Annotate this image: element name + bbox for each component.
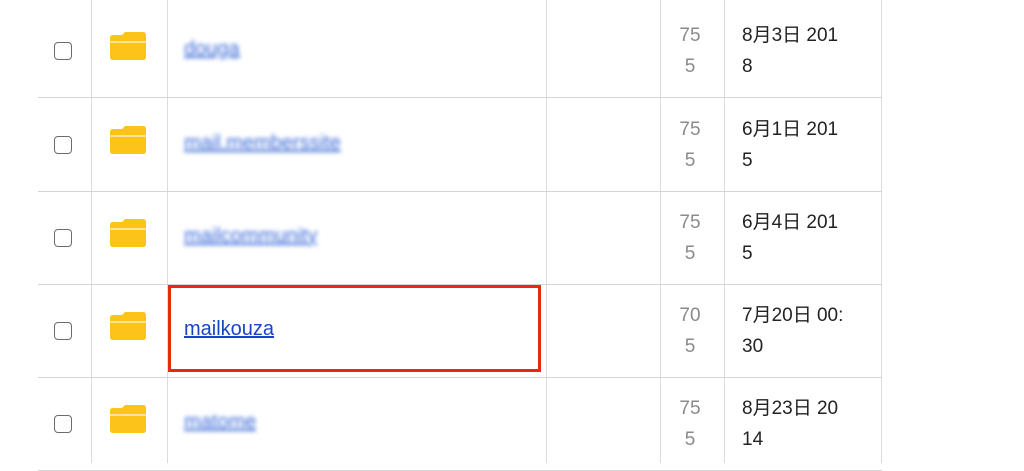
folder-name-link[interactable]: matome [184,411,256,434]
folder-name-link[interactable]: mailkouza [184,318,274,341]
row-checkbox[interactable] [54,415,72,433]
folder-icon [110,126,146,154]
permission-value: 75 5 [679,119,701,171]
folder-name-link[interactable]: douga [184,38,240,61]
modified-date: 6月1日 201 5 [742,119,839,171]
folder-icon [110,405,146,433]
row-checkbox[interactable] [54,136,72,154]
table-row[interactable]: mail.memberssite 75 5 6月1日 201 5 [38,98,882,192]
modified-date: 8月3日 201 8 [742,25,839,77]
modified-date: 7月20日 00: 30 [742,305,844,357]
file-table: douga 75 5 8月3日 201 8 mail.memberssite 75 5… [0,0,1024,471]
row-checkbox[interactable] [54,42,72,60]
folder-name-link[interactable]: mailcommunity [184,225,317,248]
permission-value: 70 5 [679,305,701,357]
folder-icon [110,312,146,340]
table-row[interactable]: mailcommunity 75 5 6月4日 201 5 [38,191,882,285]
folder-icon [110,32,146,60]
permission-value: 75 5 [679,25,701,77]
folder-name-link[interactable]: mail.memberssite [184,132,341,155]
row-checkbox[interactable] [54,322,72,340]
folder-icon [110,219,146,247]
permission-value: 75 5 [679,398,701,450]
row-checkbox[interactable] [54,229,72,247]
modified-date: 8月23日 20 14 [742,398,839,450]
modified-date: 6月4日 201 5 [742,212,839,264]
table-row[interactable]: douga 75 5 8月3日 201 8 [38,4,882,98]
table-row[interactable]: mailkouza 70 5 7月20日 00: 30 [38,284,882,378]
table-row[interactable]: matome 75 5 8月23日 20 14 [38,377,882,471]
permission-value: 75 5 [679,212,701,264]
